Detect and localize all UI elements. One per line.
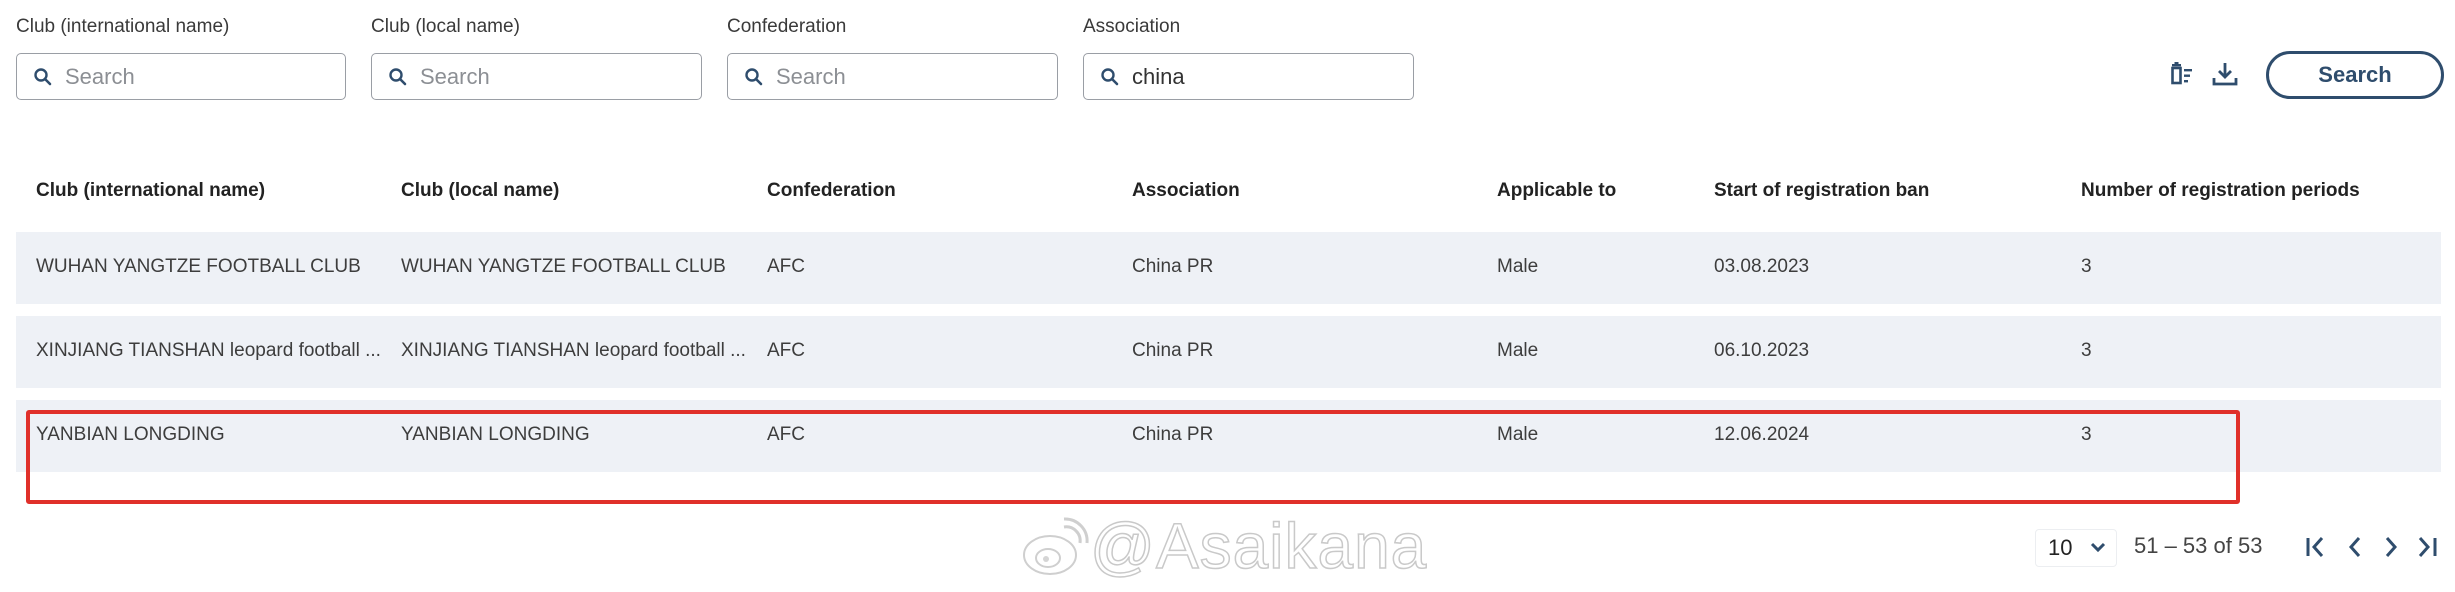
previous-page-icon[interactable]	[2342, 533, 2368, 561]
search-icon	[34, 67, 52, 85]
table-row[interactable]: XINJIANG TIANSHAN leopard football ... X…	[16, 316, 2441, 388]
cell-periods: 3	[2081, 256, 2092, 277]
search-button[interactable]: Search	[2266, 51, 2444, 99]
cell-applicable-to: Male	[1497, 256, 1539, 277]
page-size-value: 10	[2048, 535, 2073, 560]
watermark-text: @Asaikana	[1089, 509, 1428, 583]
cell-association: China PR	[1132, 340, 1214, 361]
search-field[interactable]	[776, 63, 1040, 90]
club-international-search-input[interactable]	[16, 53, 346, 100]
first-page-icon[interactable]	[2304, 533, 2330, 561]
search-field[interactable]	[1132, 63, 1396, 90]
cell-club-local: WUHAN YANGTZE FOOTBALL CLUB	[401, 256, 726, 277]
cell-confederation: AFC	[767, 256, 805, 277]
cell-start-date: 06.10.2023	[1714, 340, 1810, 361]
cell-club-local: XINJIANG TIANSHAN leopard football ...	[401, 340, 746, 361]
column-header[interactable]: Club (local name)	[401, 180, 559, 202]
cell-periods: 3	[2081, 340, 2092, 361]
watermark: @Asaikana	[1020, 508, 1450, 584]
last-page-icon[interactable]	[2414, 533, 2440, 561]
cell-start-date: 03.08.2023	[1714, 256, 1810, 277]
search-icon	[1101, 67, 1119, 85]
filter-label: Confederation	[727, 16, 847, 37]
table-row[interactable]: WUHAN YANGTZE FOOTBALL CLUB WUHAN YANGTZ…	[16, 232, 2441, 304]
column-header[interactable]: Start of registration ban	[1714, 180, 1929, 202]
cell-association: China PR	[1132, 256, 1214, 277]
search-icon	[745, 67, 763, 85]
page-size-select[interactable]: 10	[2035, 529, 2117, 567]
search-icon	[389, 67, 407, 85]
confederation-search-input[interactable]	[727, 53, 1058, 100]
search-field[interactable]	[420, 63, 684, 90]
cell-club-international: XINJIANG TIANSHAN leopard football ...	[36, 340, 381, 361]
column-header[interactable]: Confederation	[767, 180, 896, 202]
column-header[interactable]: Association	[1132, 180, 1240, 202]
cell-applicable-to: Male	[1497, 340, 1539, 361]
pagination-range: 51 – 53 of 53	[2134, 533, 2263, 558]
filter-label: Club (international name)	[16, 16, 230, 37]
clear-filter-icon[interactable]	[2168, 60, 2198, 90]
filter-label: Club (local name)	[371, 16, 520, 37]
association-search-input[interactable]	[1083, 53, 1414, 100]
chevron-down-icon	[2090, 542, 2106, 553]
column-header[interactable]: Applicable to	[1497, 180, 1616, 202]
highlight-annotation-box	[26, 410, 2240, 504]
cell-club-international: WUHAN YANGTZE FOOTBALL CLUB	[36, 256, 361, 277]
cell-confederation: AFC	[767, 340, 805, 361]
column-header[interactable]: Club (international name)	[36, 180, 265, 202]
download-icon[interactable]	[2210, 60, 2240, 90]
column-header[interactable]: Number of registration periods	[2081, 180, 2360, 202]
search-field[interactable]	[65, 63, 328, 90]
club-local-search-input[interactable]	[371, 53, 702, 100]
next-page-icon[interactable]	[2378, 533, 2404, 561]
filter-label: Association	[1083, 16, 1181, 37]
weibo-icon	[1023, 517, 1089, 575]
